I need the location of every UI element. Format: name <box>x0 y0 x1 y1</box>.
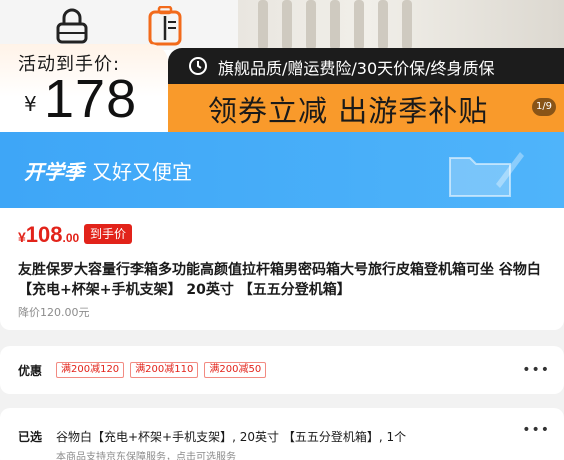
coupon-tag[interactable]: 满200减120 <box>56 362 125 378</box>
product-page: 活动到手价: ¥ 178 旗舰品质/赠运费险/30天价保/终身质保 领券立减 出… <box>0 0 564 460</box>
folder-pen-icon <box>449 152 524 197</box>
lock-icon <box>56 8 88 44</box>
selected-value: 谷物白【充电+杯架+手机支架】, 20英寸 【五五分登机箱】, 1个 <box>56 430 407 444</box>
price-row: ¥108.00 到手价 <box>18 222 133 247</box>
coupon-list: 满200减120 满200减110 满200减50 <box>56 362 267 378</box>
promo-currency: ¥ <box>24 92 37 116</box>
coupon-tag[interactable]: 满200减50 <box>204 362 267 378</box>
final-price-badge: 到手价 <box>84 224 133 244</box>
suitcase-icon <box>148 6 182 46</box>
image-pager: 1/9 <box>532 98 556 116</box>
selected-spec-row[interactable]: 已选 谷物白【充电+杯架+手机支架】, 20英寸 【五五分登机箱】, 1个 本商… <box>0 408 564 460</box>
price-decimal: .00 <box>62 231 80 245</box>
campaign-banner[interactable]: 开学季 又好又便宜 <box>0 132 564 208</box>
campaign-name: 开学季 <box>24 160 84 184</box>
promo-price: 178 <box>44 69 138 129</box>
price-drop-note: 降价120.00元 <box>18 306 90 319</box>
product-photo-right <box>238 0 564 50</box>
campaign-title: 开学季 又好又便宜 <box>24 156 192 185</box>
price-currency: ¥ <box>18 229 26 245</box>
coupon-row[interactable]: 优惠 满200减120 满200减110 满200减50 ••• <box>0 346 564 394</box>
clock-icon <box>189 57 207 75</box>
guarantee-band: 旗舰品质/赠运费险/30天价保/终身质保 <box>168 48 564 84</box>
campaign-subtitle: 又好又便宜 <box>92 160 192 184</box>
hero-banner[interactable]: 活动到手价: ¥ 178 旗舰品质/赠运费险/30天价保/终身质保 领券立减 出… <box>0 0 564 132</box>
promo-price-box: 活动到手价: ¥ 178 <box>0 44 168 132</box>
coupon-tag[interactable]: 满200减110 <box>130 362 199 378</box>
more-icon[interactable]: ••• <box>522 422 550 438</box>
subsidy-text: 领券立减 出游季补贴 <box>208 94 489 128</box>
product-photo-left <box>0 0 238 50</box>
service-note: 本商品支持京东保障服务，点击可选服务 <box>56 452 236 460</box>
product-info-card: ¥108.00 到手价 友胜保罗大容量行李箱多功能高颜值拉杆箱男密码箱大号旅行皮… <box>0 208 564 330</box>
subsidy-band: 领券立减 出游季补贴 1/9 <box>150 84 564 132</box>
guarantee-text: 旗舰品质/赠运费险/30天价保/终身质保 <box>218 59 495 78</box>
product-title: 友胜保罗大容量行李箱多功能高颜值拉杆箱男密码箱大号旅行皮箱登机箱可坐 谷物白【充… <box>18 262 541 298</box>
selected-label: 已选 <box>18 430 43 444</box>
more-icon[interactable]: ••• <box>522 362 550 378</box>
coupon-label: 优惠 <box>18 364 43 378</box>
price-integer: 108 <box>25 222 63 247</box>
